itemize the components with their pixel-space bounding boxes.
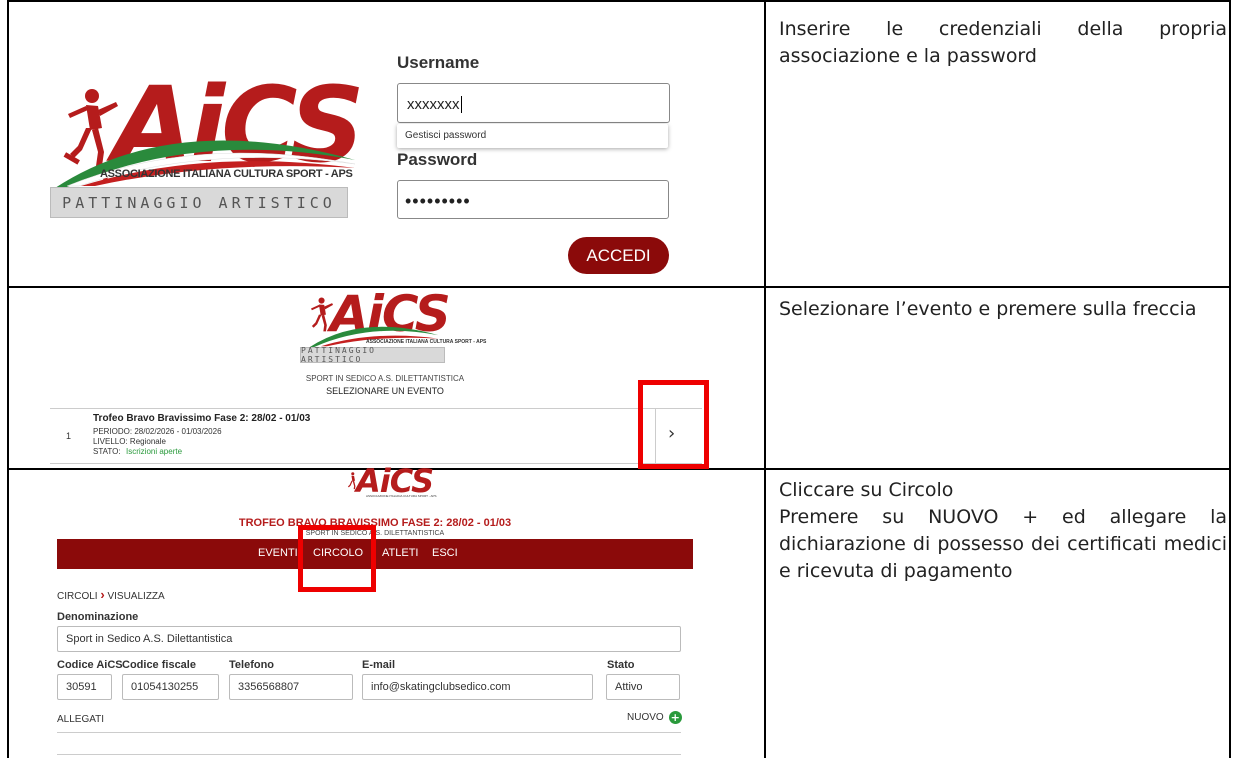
instruction-step-1: Inserire le credenziali della propria as… [779, 16, 1227, 70]
username-label: Username [397, 53, 480, 72]
telefono-field[interactable]: 3356568807 [229, 674, 353, 700]
logo-banner-text: PATTINAGGIO ARTISTICO [62, 193, 336, 212]
logo-banner-small: PATTINAGGIO ARTISTICO [300, 346, 445, 364]
event-number: 1 [66, 431, 72, 441]
password-input[interactable]: ••••••••• [397, 180, 669, 219]
breadcrumb-current: VISUALIZZA [107, 591, 165, 602]
new-attachment-button[interactable]: NUOVO + [627, 711, 682, 724]
codice-aics-label: Codice AiCS [57, 659, 123, 671]
table-row-divider-1 [7, 286, 1231, 288]
password-value: ••••••••• [405, 191, 471, 211]
event-title: Trofeo Bravo Bravissimo Fase 2: 28/02 - … [93, 413, 311, 424]
autocomplete-hint: Gestisci password [405, 130, 487, 141]
nav-item-eventi[interactable]: EVENTI [258, 547, 298, 559]
password-label: Password [397, 150, 478, 169]
denominazione-field[interactable]: Sport in Sedico A.S. Dilettantistica [57, 626, 681, 652]
denominazione-label: Denominazione [57, 611, 139, 623]
event-status-label: STATO: [93, 447, 121, 456]
instruction-text-1: Inserire le credenziali della propria as… [779, 18, 1227, 67]
event-period: PERIODO: 28/02/2026 - 01/03/2026 [93, 427, 222, 436]
attachments-label: ALLEGATI [57, 714, 105, 725]
instruction-step-2: Selezionare l’evento e premere sulla fre… [779, 296, 1227, 323]
event-level: LIVELLO: Regionale [93, 437, 166, 446]
new-attachment-label: NUOVO [627, 712, 664, 723]
table-border-top [7, 0, 1231, 2]
breadcrumb: CIRCOLI › VISUALIZZA [57, 587, 165, 602]
instruction-text-2: Selezionare l’evento e premere sulla fre… [779, 298, 1197, 320]
table-row-divider-2 [7, 468, 1231, 470]
nav-item-esci[interactable]: ESCI [432, 547, 458, 559]
codice-fiscale-label: Codice fiscale [122, 659, 196, 671]
event-status-value: Iscrizioni aperte [126, 447, 183, 456]
instruction-text-3a: Cliccare su Circolo [779, 479, 954, 501]
highlight-box-arrow [638, 380, 709, 469]
highlight-box-circolo [298, 525, 376, 592]
email-label: E-mail [362, 659, 396, 671]
codice-fiscale-field[interactable]: 01054130255 [122, 674, 219, 700]
accedi-button-label: ACCEDI [586, 245, 651, 265]
instruction-step-3: Cliccare su Circolo Premere su NUOVO + e… [779, 477, 1227, 585]
logo-subtitle-small: ASSOCIAZIONE ITALIANA CULTURA SPORT - AP… [366, 339, 487, 345]
add-circle-icon: + [668, 711, 682, 724]
username-value: xxxxxxx [407, 96, 460, 113]
email-field[interactable]: info@skatingclubsedico.com [362, 674, 593, 700]
text-cursor [460, 96, 462, 113]
logo-subtitle-tiny: ASSOCIAZIONE ITALIANA CULTURA SPORT - AP… [366, 494, 437, 498]
logo-subtitle: ASSOCIAZIONE ITALIANA CULTURA SPORT - AP… [100, 168, 353, 180]
codice-aics-field[interactable]: 30591 [57, 674, 112, 700]
accedi-button[interactable]: ACCEDI [568, 237, 669, 274]
stato-label: Stato [607, 659, 635, 671]
logo-banner: PATTINAGGIO ARTISTICO [50, 187, 348, 218]
table-border-right [1229, 0, 1231, 758]
attachments-divider [57, 732, 681, 733]
logo-wordmark-tiny: AiCS [356, 462, 434, 500]
breadcrumb-root[interactable]: CIRCOLI [57, 591, 98, 602]
telefono-label: Telefono [229, 659, 275, 671]
nav-item-atleti[interactable]: ATLETI [382, 547, 418, 559]
event-list-item[interactable]: 1 Trofeo Bravo Bravissimo Fase 2: 28/02 … [50, 408, 702, 464]
instruction-text-3b: Premere su NUOVO + ed allegare la dichia… [779, 506, 1227, 582]
breadcrumb-separator-icon: › [100, 587, 105, 602]
stato-field[interactable]: Attivo [606, 674, 680, 700]
username-input[interactable]: xxxxxxx [397, 83, 670, 123]
attachments-list-divider [57, 754, 681, 755]
logo-banner-small-text: PATTINAGGIO ARTISTICO [301, 346, 376, 364]
password-autocomplete-popup[interactable]: Gestisci password [397, 124, 668, 148]
